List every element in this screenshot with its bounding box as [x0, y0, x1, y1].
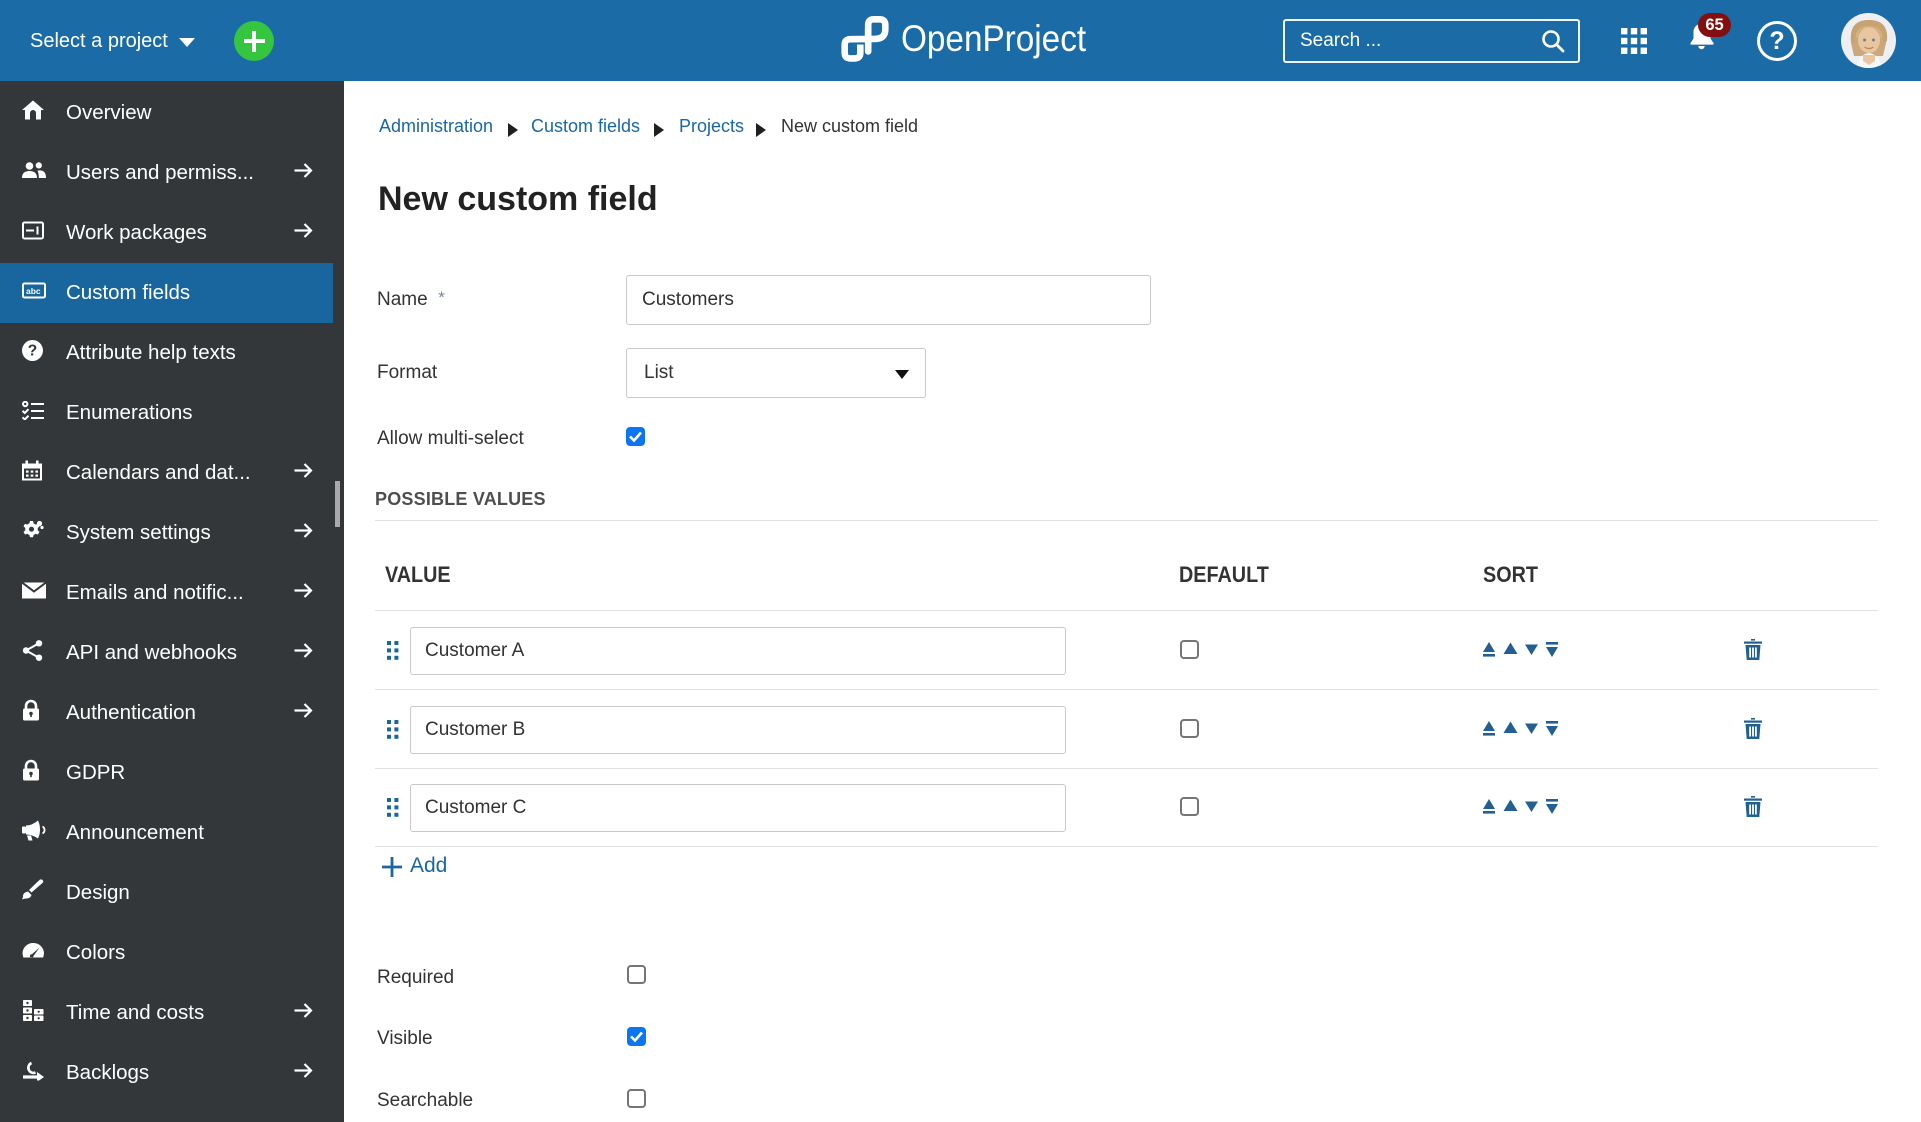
svg-text:?: ? [28, 343, 37, 360]
svg-text:abc: abc [26, 286, 41, 296]
